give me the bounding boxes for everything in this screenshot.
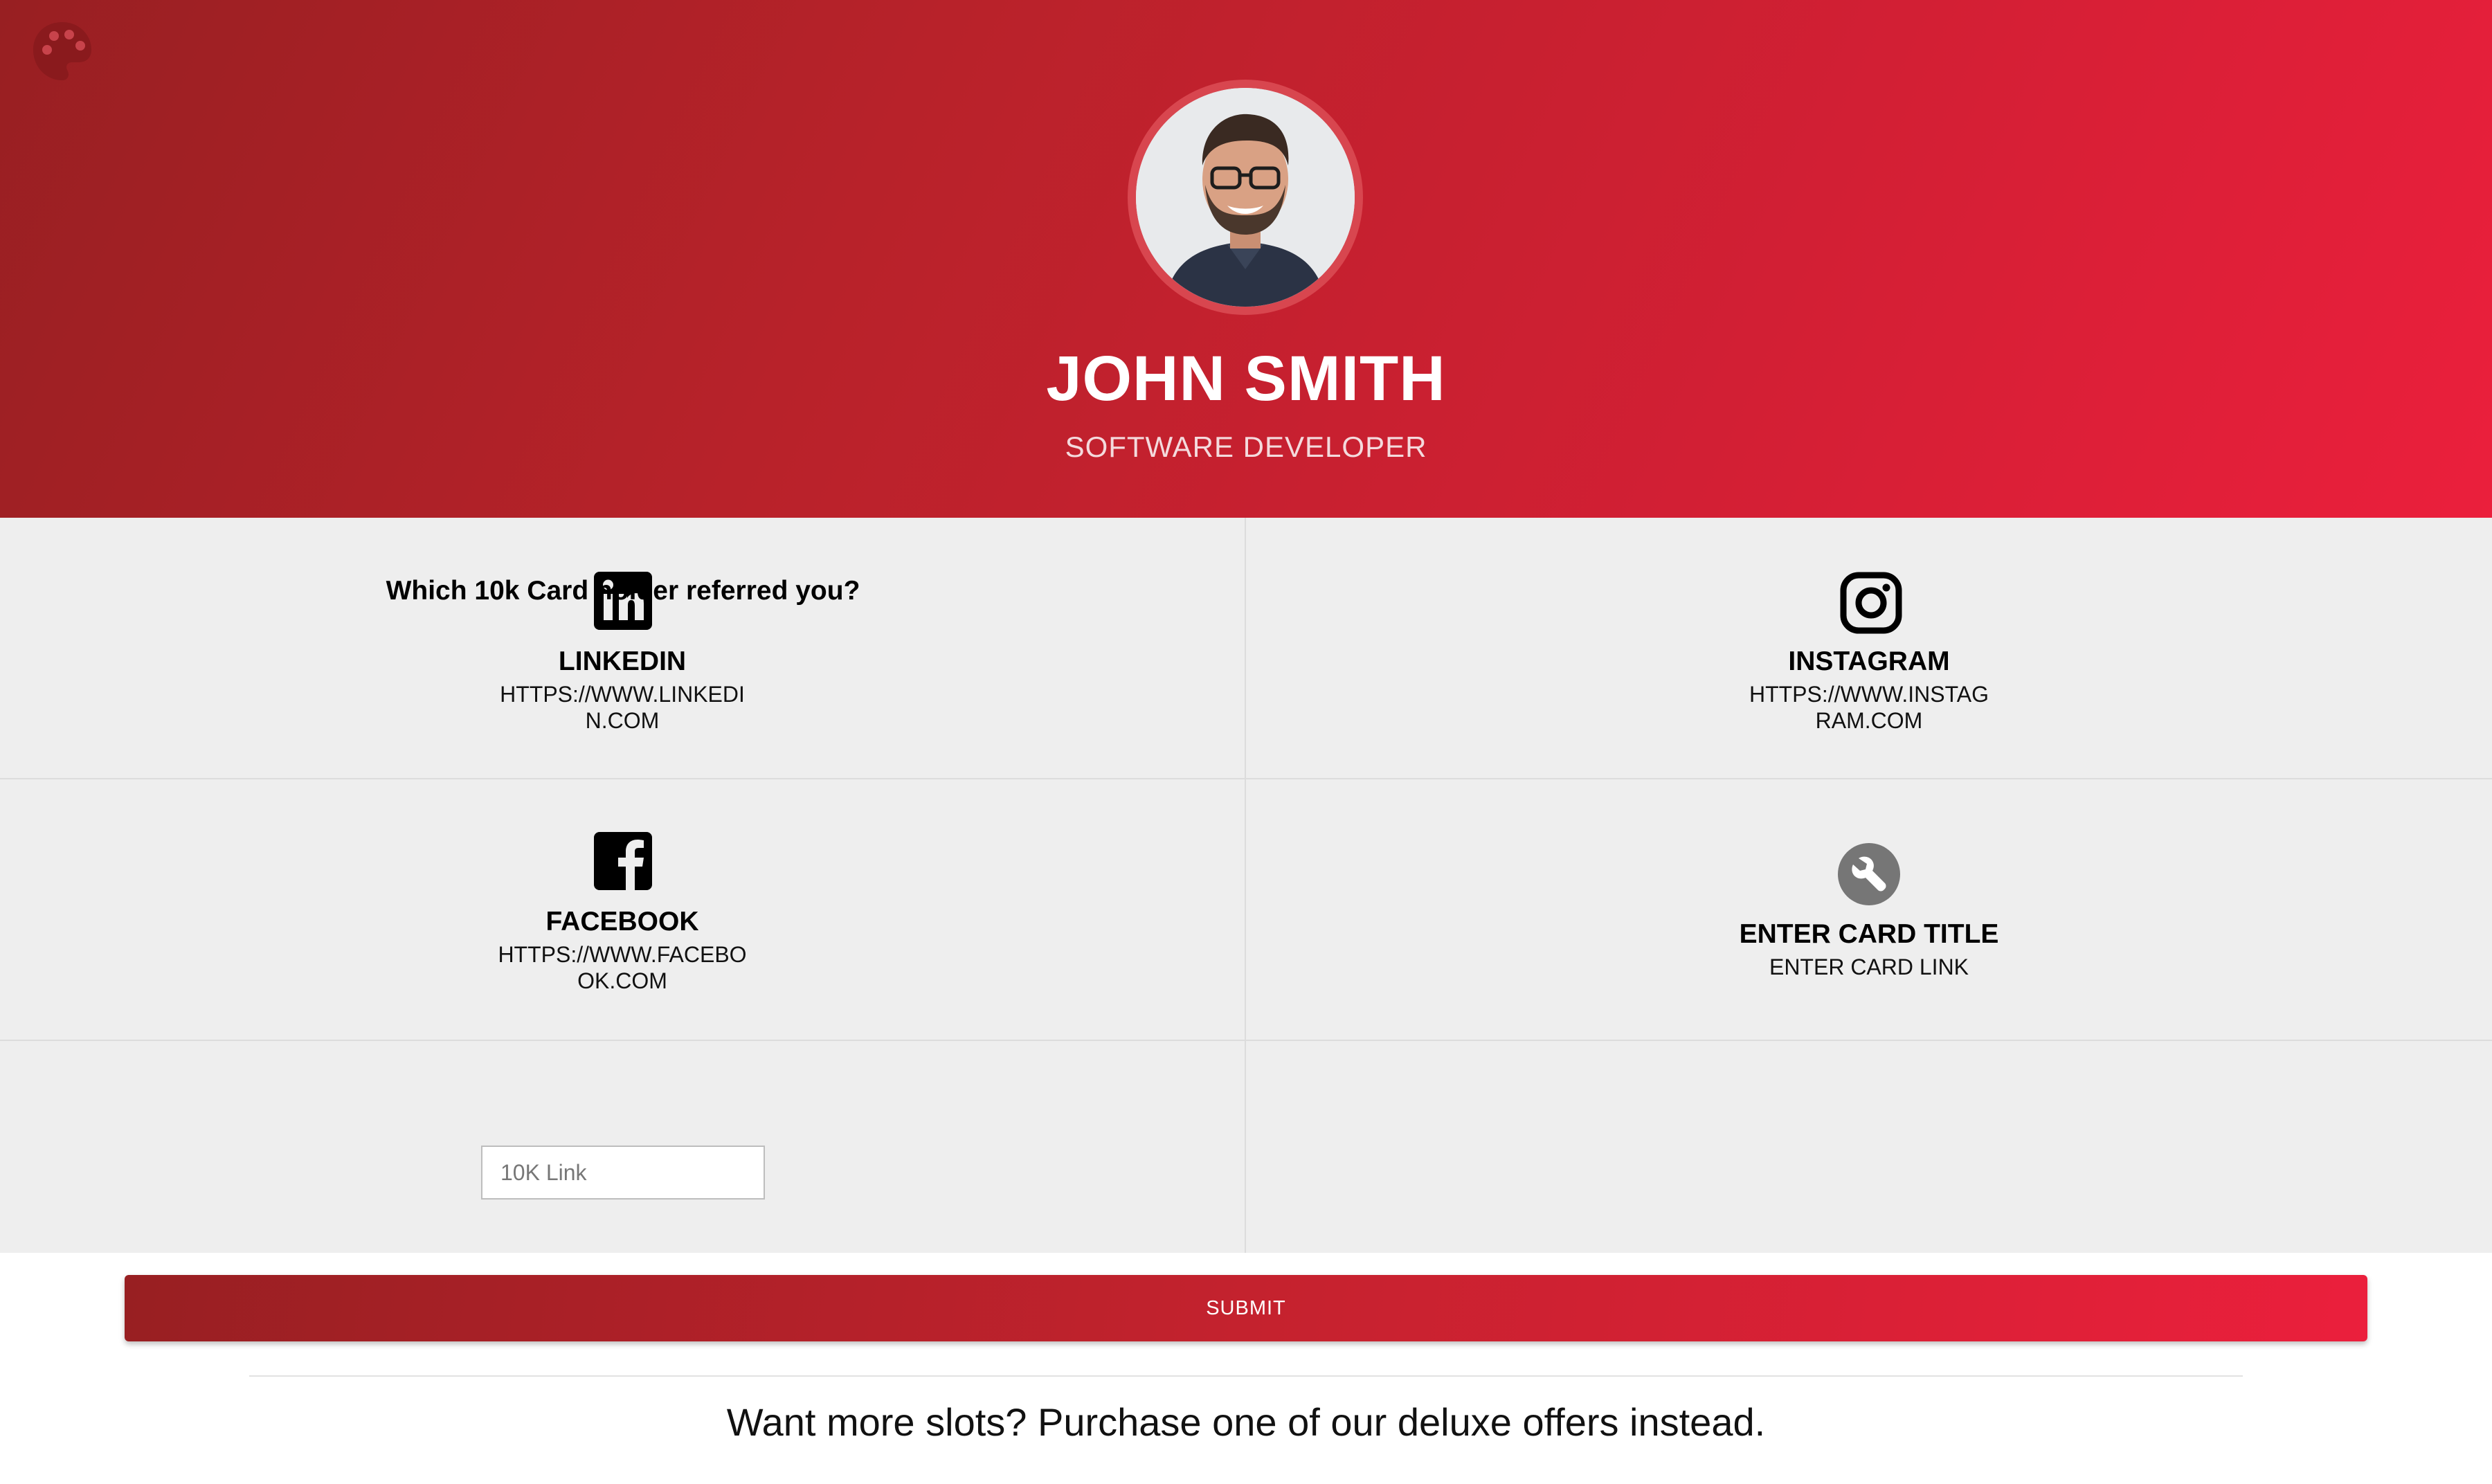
card-custom[interactable]: ENTER CARD TITLE ENTER CARD LINK [1246, 779, 2492, 1041]
card-facebook[interactable]: FACEBOOK HTTPS://WWW.FACEBOOK.COM [0, 779, 1246, 1041]
profile-title: SOFTWARE DEVELOPER [1065, 431, 1427, 463]
profile-name: JOHN SMITH [1046, 343, 1446, 414]
profile-photo [1136, 88, 1355, 307]
card-title: ENTER CARD TITLE [1739, 919, 1999, 949]
card-linkedin[interactable]: LINKEDIN HTTPS://WWW.LINKEDIN.COM [0, 518, 1246, 779]
referral-link-input[interactable] [481, 1146, 765, 1200]
card-link[interactable]: HTTPS://WWW.FACEBOOK.COM [498, 941, 747, 994]
card-instagram[interactable]: INSTAGRAM HTTPS://WWW.INSTAGRAM.COM [1246, 518, 2492, 779]
profile-header: JOHN SMITH SOFTWARE DEVELOPER [0, 0, 2492, 518]
referral-question: Which 10k Card holder referred you? [386, 576, 860, 606]
card-link[interactable]: ENTER CARD LINK [1661, 954, 2077, 980]
facebook-icon [594, 832, 652, 890]
instagram-icon [1840, 572, 1902, 634]
wrench-icon [1838, 843, 1900, 905]
empty-cell [1246, 1041, 2492, 1253]
cards-grid: LINKEDIN HTTPS://WWW.LINKEDIN.COM INSTAG… [0, 518, 2492, 1253]
card-link[interactable]: HTTPS://WWW.INSTAGRAM.COM [1744, 681, 1994, 734]
card-title: LINKEDIN [558, 646, 687, 676]
palette-icon[interactable] [30, 19, 94, 83]
submit-button[interactable]: SUBMIT [125, 1275, 2367, 1341]
card-title: INSTAGRAM [1788, 646, 1950, 676]
card-title: FACEBOOK [545, 907, 699, 936]
card-link[interactable]: HTTPS://WWW.LINKEDIN.COM [498, 681, 747, 734]
divider [249, 1375, 2243, 1377]
upsell-text: Want more slots? Purchase one of our del… [726, 1400, 1766, 1444]
avatar[interactable] [1128, 80, 1363, 315]
